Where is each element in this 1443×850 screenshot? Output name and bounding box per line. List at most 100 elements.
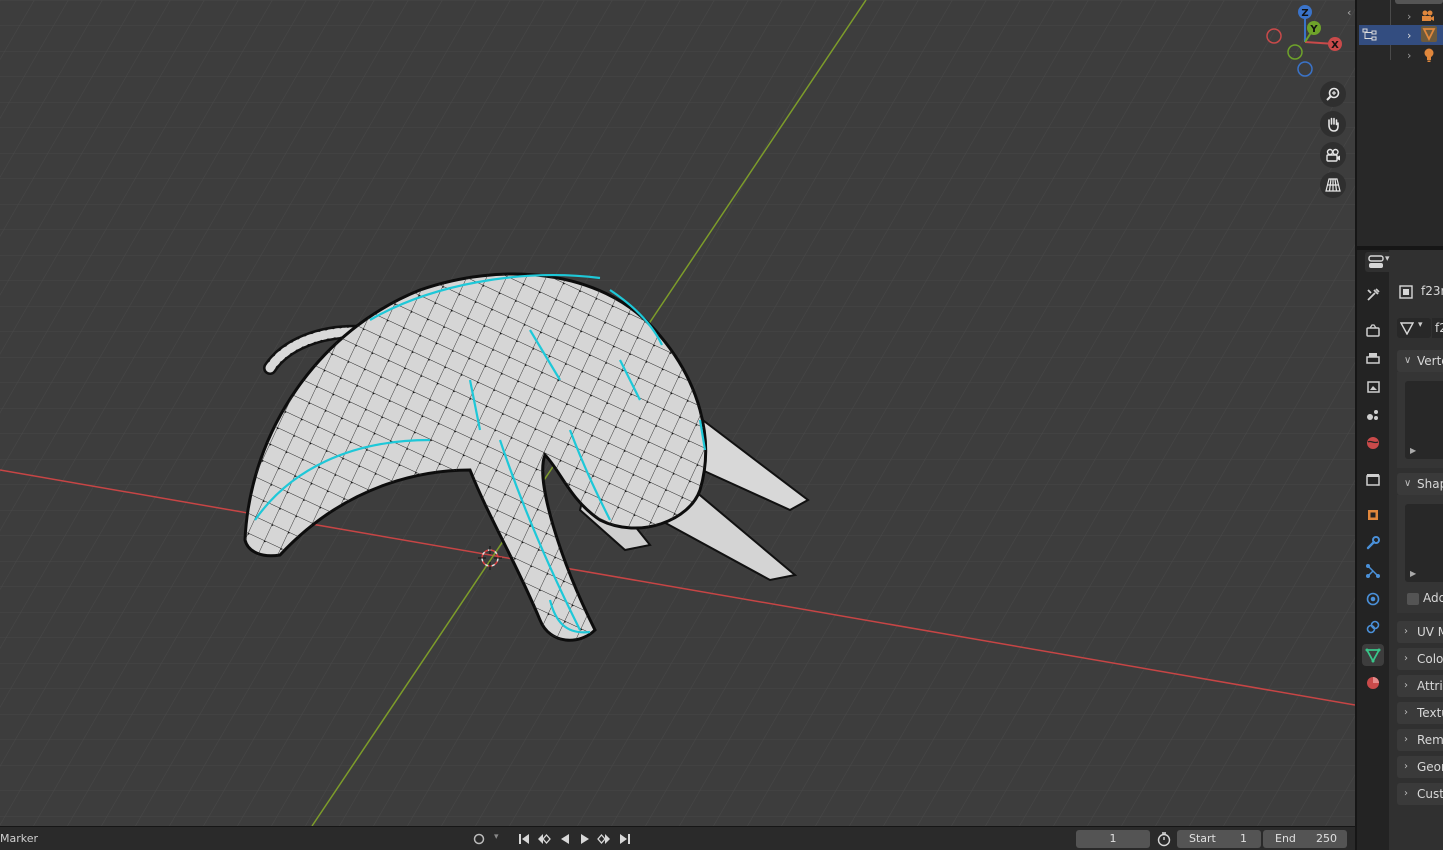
- tab-tool[interactable]: [1362, 284, 1384, 306]
- end-frame-field[interactable]: End 250: [1263, 830, 1347, 848]
- wrench-icon: [1366, 536, 1380, 550]
- next-keyframe-icon: [597, 834, 610, 844]
- neg-y-handle[interactable]: [1287, 44, 1303, 60]
- outliner-row-light[interactable]: ›: [1359, 45, 1443, 65]
- keying-dropdown[interactable]: ▾: [470, 831, 506, 847]
- play-reverse-button[interactable]: [556, 831, 574, 847]
- record-circle-icon: [473, 833, 485, 845]
- tab-particles[interactable]: [1362, 560, 1384, 582]
- editor-type-dropdown[interactable]: ▾: [1365, 252, 1395, 272]
- expand-arrow-icon[interactable]: ▶: [1410, 569, 1416, 578]
- jump-to-keyframe-forward-button[interactable]: [595, 831, 613, 847]
- properties-tabs: [1357, 250, 1389, 850]
- render-camera-icon: [1366, 324, 1380, 337]
- tab-physics[interactable]: [1362, 588, 1384, 610]
- camera-object-icon: [1422, 10, 1434, 21]
- panel-shape-keys[interactable]: ∨Shap: [1397, 473, 1443, 495]
- panel-remesh[interactable]: ›Reme: [1397, 729, 1443, 751]
- printer-icon: [1366, 353, 1380, 364]
- gizmo-x-label: X: [1331, 40, 1339, 51]
- mesh-triangle-icon: [1365, 648, 1381, 663]
- gizmo-y-label: Y: [1309, 24, 1318, 35]
- zoom-button[interactable]: [1320, 81, 1346, 107]
- chevron-right-icon[interactable]: ›: [1407, 29, 1411, 42]
- panel-texture-space[interactable]: ›Textu: [1397, 702, 1443, 724]
- constraint-icon: [1366, 620, 1380, 634]
- chevron-right-icon: ›: [1404, 653, 1408, 664]
- tab-collection[interactable]: [1362, 469, 1384, 491]
- mesh-data-icon: [1400, 322, 1414, 335]
- tab-object[interactable]: [1362, 504, 1384, 526]
- outliner[interactable]: › › ›: [1355, 0, 1443, 246]
- chevron-down-icon: ▾: [1418, 320, 1423, 330]
- tool-icon: [1367, 288, 1380, 301]
- jump-to-keyframe-back-button[interactable]: [535, 831, 553, 847]
- panel-vertex-groups[interactable]: ∨Verte: [1397, 350, 1443, 372]
- panel-color-attributes[interactable]: ›Color: [1397, 648, 1443, 670]
- perspective-toggle-button[interactable]: [1320, 172, 1346, 198]
- panel-custom-properties[interactable]: ›Custo: [1397, 783, 1443, 805]
- chevron-down-icon: ▾: [494, 832, 499, 842]
- outliner-scroll-top: [1395, 0, 1443, 4]
- add-rest-checkbox[interactable]: [1407, 593, 1419, 605]
- mesh-name-field[interactable]: f2: [1432, 318, 1443, 338]
- jump-to-start-button[interactable]: [515, 831, 533, 847]
- stopwatch-icon: [1157, 832, 1171, 847]
- neg-x-handle[interactable]: [1266, 28, 1282, 44]
- end-label: End: [1275, 832, 1296, 845]
- chevron-right-icon[interactable]: ›: [1407, 10, 1411, 23]
- object-square-icon: [1368, 510, 1378, 520]
- start-label: Start: [1189, 832, 1216, 845]
- mesh-object-icon: [1421, 26, 1437, 42]
- panel-geometry-data[interactable]: ›Geom: [1397, 756, 1443, 778]
- chevron-left-icon[interactable]: ‹: [1347, 6, 1351, 19]
- image-stack-icon: [1367, 381, 1380, 393]
- tab-modifiers[interactable]: [1362, 532, 1384, 554]
- start-frame-field[interactable]: Start 1: [1177, 830, 1261, 848]
- preview-range-toggle[interactable]: [1156, 831, 1174, 847]
- timeline-header[interactable]: Marker ▾ 1 Start 1 End 250: [0, 826, 1355, 850]
- jump-to-end-button[interactable]: [616, 831, 634, 847]
- tab-mesh-data[interactable]: [1362, 644, 1384, 666]
- outliner-row-camera[interactable]: ›: [1359, 6, 1443, 26]
- camera-view-button[interactable]: [1320, 142, 1346, 168]
- panel-attributes[interactable]: ›Attrib: [1397, 675, 1443, 697]
- properties-editor[interactable]: ▾ f23r ▾ f2 ∨Verte ▶ ∨Shap ▶ Add ›UV M ›…: [1355, 250, 1443, 850]
- chevron-right-icon: ›: [1404, 626, 1408, 637]
- marker-menu[interactable]: Marker: [0, 832, 38, 845]
- mesh-browse-dropdown[interactable]: ▾: [1397, 318, 1431, 338]
- vertex-groups-list[interactable]: ▶: [1405, 381, 1443, 459]
- viewport-scene[interactable]: [0, 0, 1355, 826]
- expand-arrow-icon[interactable]: ▶: [1410, 446, 1416, 455]
- tab-world[interactable]: [1362, 432, 1384, 454]
- properties-editor-icon: [1368, 255, 1384, 268]
- shape-keys-list[interactable]: ▶: [1405, 504, 1443, 582]
- gizmo-z-label: Z: [1301, 8, 1308, 19]
- chevron-right-icon: ›: [1404, 761, 1408, 772]
- jump-end-icon: [620, 834, 630, 844]
- start-value: 1: [1240, 832, 1247, 845]
- chevron-down-icon: ∨: [1404, 355, 1412, 366]
- tab-output[interactable]: [1362, 348, 1384, 370]
- add-rest-label: Add: [1423, 591, 1443, 605]
- neg-z-handle[interactable]: [1297, 61, 1313, 77]
- chevron-right-icon[interactable]: ›: [1407, 49, 1411, 62]
- navigation-gizmo[interactable]: Z Y X: [1262, 2, 1352, 80]
- play-button[interactable]: [576, 831, 594, 847]
- scene-icon: [1367, 410, 1378, 420]
- tab-material[interactable]: [1362, 672, 1384, 694]
- hierarchy-icon: [1362, 28, 1377, 41]
- panel-uv-maps[interactable]: › UV M: [1397, 621, 1443, 643]
- current-frame-field[interactable]: 1: [1076, 830, 1150, 848]
- pan-button[interactable]: [1320, 111, 1346, 137]
- particles-icon: [1366, 564, 1380, 578]
- 3d-viewport[interactable]: Z Y X ‹: [0, 0, 1355, 826]
- hand-icon: [1328, 117, 1339, 132]
- chevron-down-icon: ∨: [1404, 478, 1412, 489]
- outliner-row-mesh-selected[interactable]: ›: [1359, 25, 1443, 45]
- tab-constraints[interactable]: [1362, 616, 1384, 638]
- tab-scene[interactable]: [1362, 404, 1384, 426]
- jump-start-icon: [519, 834, 529, 844]
- tab-render[interactable]: [1362, 320, 1384, 342]
- tab-view-layer[interactable]: [1362, 376, 1384, 398]
